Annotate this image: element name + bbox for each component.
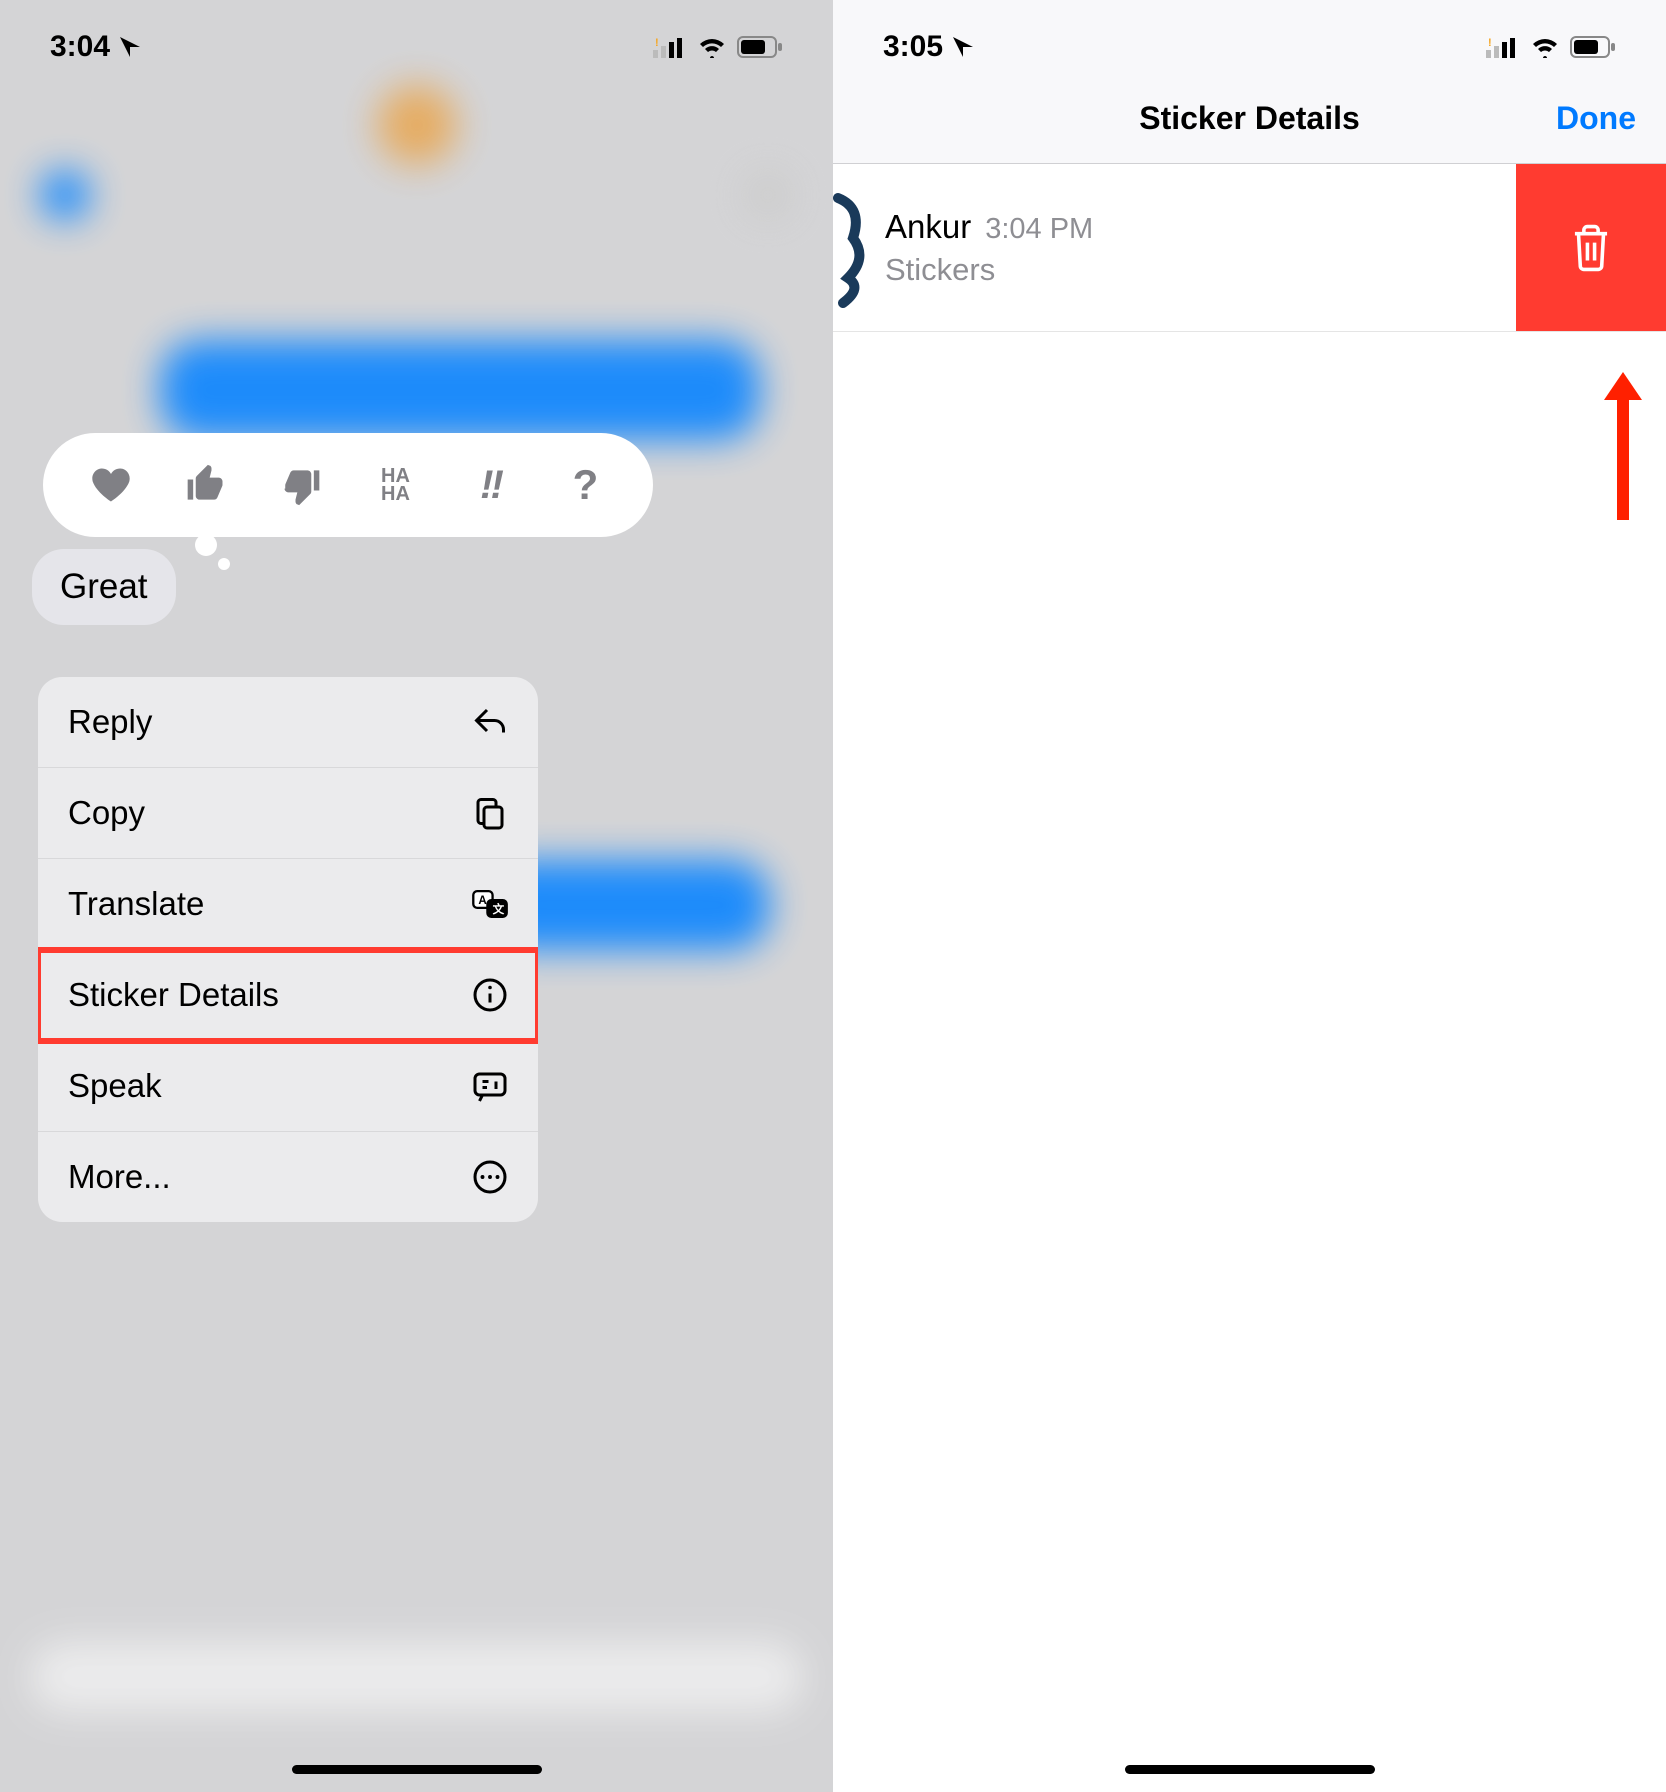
home-indicator — [1125, 1765, 1375, 1774]
nav-title: Sticker Details — [1139, 100, 1360, 137]
heart-reaction[interactable] — [81, 455, 141, 515]
menu-sticker-details[interactable]: Sticker Details — [38, 950, 538, 1041]
svg-text:!: ! — [1488, 37, 1492, 49]
trash-icon — [1569, 223, 1613, 273]
signal-icon: ! — [653, 36, 687, 58]
home-indicator — [292, 1765, 542, 1774]
copy-icon — [472, 795, 508, 831]
sticker-time: 3:04 PM — [985, 213, 1093, 246]
svg-text:A: A — [478, 895, 487, 907]
wifi-icon — [697, 36, 727, 58]
question-reaction[interactable]: ? — [556, 455, 616, 515]
delete-button[interactable] — [1516, 164, 1666, 331]
context-menu: Reply Copy Translate A文 Sticker Details … — [38, 677, 538, 1222]
menu-label: Sticker Details — [68, 976, 279, 1014]
done-button[interactable]: Done — [1556, 100, 1636, 137]
status-time: 3:04 — [50, 30, 110, 64]
left-screenshot: 3:04 ! HA HA !! ? Great Reply Copy — [0, 0, 833, 1792]
location-icon — [118, 35, 142, 59]
speak-icon — [472, 1068, 508, 1104]
menu-label: Copy — [68, 794, 145, 832]
more-icon — [472, 1159, 508, 1195]
sticker-info: Ankur 3:04 PM Stickers — [873, 208, 1516, 288]
signal-icon: ! — [1486, 36, 1520, 58]
menu-label: Reply — [68, 703, 152, 741]
arrow-annotation — [1598, 370, 1648, 520]
translate-icon: A文 — [472, 886, 508, 922]
sticker-thumbnail — [833, 188, 873, 308]
menu-translate[interactable]: Translate A文 — [38, 859, 538, 950]
status-time: 3:05 — [883, 30, 943, 64]
thumbs-up-reaction[interactable] — [176, 455, 236, 515]
message-bubble[interactable]: Great — [32, 549, 176, 625]
svg-text:文: 文 — [493, 902, 505, 916]
status-bar: 3:04 ! — [0, 0, 833, 74]
exclamation-reaction[interactable]: !! — [461, 455, 521, 515]
sender-name: Ankur — [885, 208, 971, 246]
thumbs-down-reaction[interactable] — [271, 455, 331, 515]
tapback-reactions: HA HA !! ? — [43, 433, 653, 537]
status-bar: 3:05 ! — [833, 0, 1666, 74]
info-icon — [472, 977, 508, 1013]
navigation-bar: Sticker Details Done — [833, 74, 1666, 164]
battery-icon — [1570, 36, 1616, 58]
reply-icon — [472, 704, 508, 740]
location-icon — [951, 35, 975, 59]
menu-speak[interactable]: Speak — [38, 1041, 538, 1132]
menu-reply[interactable]: Reply — [38, 677, 538, 768]
menu-label: Translate — [68, 885, 204, 923]
menu-label: Speak — [68, 1067, 162, 1105]
menu-more[interactable]: More... — [38, 1132, 538, 1222]
wifi-icon — [1530, 36, 1560, 58]
sticker-source: Stickers — [885, 252, 1516, 288]
menu-copy[interactable]: Copy — [38, 768, 538, 859]
right-screenshot: 3:05 ! Sticker Details Done Ankur 3:04 P… — [833, 0, 1666, 1792]
tapback-tail — [218, 558, 230, 570]
sticker-row[interactable]: Ankur 3:04 PM Stickers — [833, 164, 1666, 332]
battery-icon — [737, 36, 783, 58]
menu-label: More... — [68, 1158, 171, 1196]
tapback-tail — [195, 534, 217, 556]
haha-reaction[interactable]: HA HA — [366, 455, 426, 515]
svg-text:!: ! — [655, 37, 659, 49]
